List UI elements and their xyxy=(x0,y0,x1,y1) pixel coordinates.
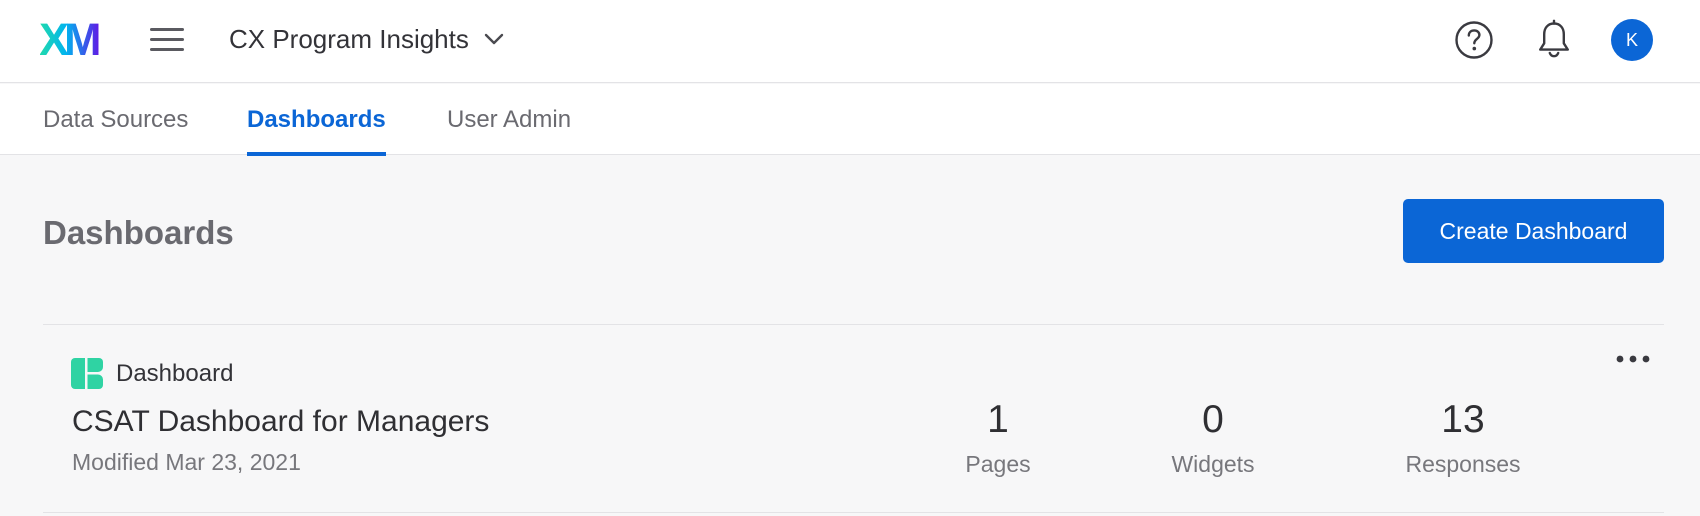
dashboard-type-label: Dashboard xyxy=(116,359,234,387)
tab-user-admin[interactable]: User Admin xyxy=(447,84,571,155)
stat-pages-value: 1 xyxy=(987,398,1009,441)
top-header: XM CX Program Insights K xyxy=(0,0,1700,83)
create-dashboard-button[interactable]: Create Dashboard xyxy=(1403,199,1664,263)
tab-bar: Data Sources Dashboards User Admin xyxy=(0,84,1700,156)
dashboard-name[interactable]: CSAT Dashboard for Managers xyxy=(72,405,489,439)
xm-logo-icon[interactable]: XM xyxy=(40,19,110,59)
hamburger-menu-icon[interactable] xyxy=(148,24,186,56)
list-divider-bottom xyxy=(43,512,1664,513)
stat-widgets-value: 0 xyxy=(1202,398,1224,441)
page-title: Dashboards xyxy=(43,214,234,251)
bell-icon[interactable] xyxy=(1535,19,1573,59)
tab-dashboards[interactable]: Dashboards xyxy=(247,84,386,156)
more-horizontal-icon[interactable] xyxy=(1613,351,1653,367)
project-switcher[interactable]: CX Program Insights xyxy=(229,21,505,57)
stat-widgets: 0 Widgets xyxy=(1133,397,1293,478)
stat-widgets-label: Widgets xyxy=(1171,451,1255,477)
dashboard-type-row: Dashboard xyxy=(71,358,233,389)
help-circle-icon[interactable] xyxy=(1454,20,1494,60)
tab-data-sources[interactable]: Data Sources xyxy=(43,84,188,155)
dashboard-list-item[interactable]: Dashboard CSAT Dashboard for Managers Mo… xyxy=(43,325,1664,512)
project-name: CX Program Insights xyxy=(229,23,469,54)
stat-responses: 13 Responses xyxy=(1383,397,1543,478)
dashboard-icon xyxy=(71,358,103,389)
app-root: XM CX Program Insights K Data Sources Da… xyxy=(0,0,1700,516)
stat-responses-value: 13 xyxy=(1441,398,1485,441)
stat-responses-label: Responses xyxy=(1405,451,1521,477)
stat-pages-label: Pages xyxy=(965,451,1031,477)
chevron-down-icon xyxy=(484,33,504,45)
user-avatar[interactable]: K xyxy=(1611,19,1653,61)
dashboard-modified-date: Modified Mar 23, 2021 xyxy=(72,449,301,475)
logo-text: XM xyxy=(40,19,99,59)
stat-pages: 1 Pages xyxy=(918,397,1078,478)
